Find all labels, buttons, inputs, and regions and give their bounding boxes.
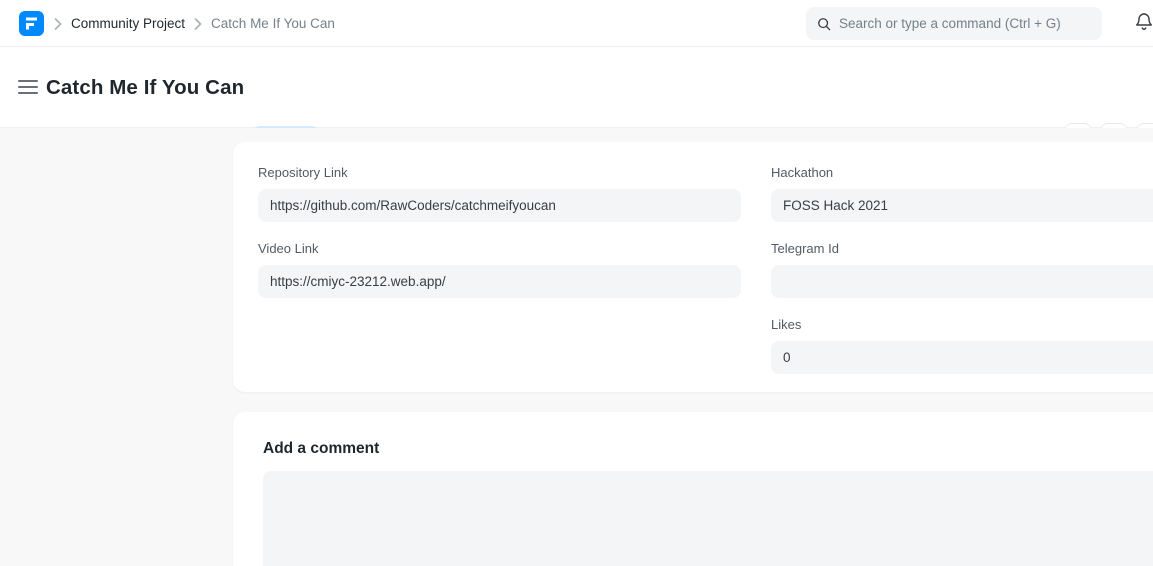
video-link-input[interactable] xyxy=(258,265,741,298)
field-label: Likes xyxy=(771,317,1153,332)
page-title: Catch Me If You Can xyxy=(46,47,244,128)
telegram-id-input[interactable] xyxy=(771,265,1153,298)
likes-field: Likes xyxy=(771,317,1153,374)
video-link-field: Video Link xyxy=(258,241,741,298)
notifications-bell-icon[interactable] xyxy=(1135,12,1153,34)
details-form-card: Repository Link Video Link Hackathon Tel… xyxy=(233,142,1153,392)
telegram-id-field: Telegram Id xyxy=(771,241,1153,298)
chevron-right-icon xyxy=(194,18,202,30)
form-left-column: Repository Link Video Link xyxy=(258,165,741,393)
repository-link-field: Repository Link xyxy=(258,165,741,222)
breadcrumb-current: Catch Me If You Can xyxy=(211,16,335,31)
add-comment-heading: Add a comment xyxy=(263,440,1153,458)
frappe-f-icon xyxy=(24,16,39,31)
comments-card: Add a comment xyxy=(233,412,1153,566)
repository-link-input[interactable] xyxy=(258,189,741,222)
field-label: Video Link xyxy=(258,241,741,256)
comment-textarea[interactable] xyxy=(263,471,1153,566)
page-header: Catch Me If You Can • Enabled xyxy=(0,47,1153,128)
global-search[interactable] xyxy=(806,7,1102,40)
form-grid: Repository Link Video Link Hackathon Tel… xyxy=(258,165,1153,393)
chevron-right-icon xyxy=(54,18,62,30)
search-input[interactable] xyxy=(839,16,1091,31)
form-right-column: Hackathon Telegram Id Likes xyxy=(771,165,1153,393)
content-area: Repository Link Video Link Hackathon Tel… xyxy=(0,128,1153,566)
search-icon xyxy=(817,17,831,31)
app-window: Community Project Catch Me If You Can Ca… xyxy=(0,0,1153,566)
top-navbar: Community Project Catch Me If You Can xyxy=(0,0,1153,47)
field-label: Hackathon xyxy=(771,165,1153,180)
breadcrumb-parent[interactable]: Community Project xyxy=(71,16,185,31)
hackathon-input[interactable] xyxy=(771,189,1153,222)
likes-input[interactable] xyxy=(771,341,1153,374)
frappe-logo[interactable] xyxy=(19,11,44,36)
menu-icon[interactable] xyxy=(18,80,38,94)
field-label: Telegram Id xyxy=(771,241,1153,256)
breadcrumb: Community Project Catch Me If You Can xyxy=(54,0,335,47)
field-label: Repository Link xyxy=(258,165,741,180)
hackathon-field: Hackathon xyxy=(771,165,1153,222)
